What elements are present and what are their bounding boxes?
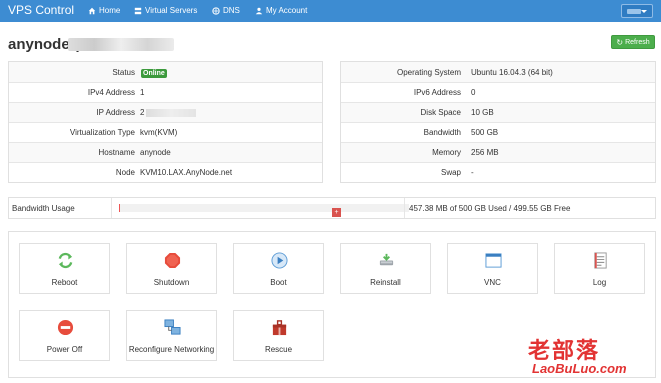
globe-icon — [212, 6, 220, 15]
reinstall-label: Reinstall — [370, 278, 401, 287]
reboot-label: Reboot — [51, 278, 78, 287]
info-row-memory: Memory 256 MB — [341, 142, 655, 162]
shutdown-label: Shutdown — [153, 278, 190, 287]
reinstall-icon — [379, 253, 394, 266]
title-redacted — [68, 38, 174, 51]
reboot-button[interactable]: Reboot — [19, 243, 110, 294]
info-label: Swap — [440, 168, 461, 177]
shutdown-button[interactable]: Shutdown — [126, 243, 217, 294]
info-label: Status — [112, 67, 135, 77]
vnc-icon — [485, 253, 502, 268]
info-value: 500 GB — [471, 128, 499, 137]
info-label: IPv6 Address — [413, 88, 461, 97]
vnc-button[interactable]: VNC — [447, 243, 538, 294]
divider — [404, 198, 405, 218]
info-value: 1 — [140, 88, 145, 97]
refresh-icon: ↻ — [616, 37, 624, 47]
nav-virtual-servers-label: Virtual Servers — [145, 6, 198, 15]
top-navbar: VPS Control Home Virtual Servers DNS My … — [0, 0, 661, 22]
info-label: Hostname — [98, 148, 135, 157]
nav-home[interactable]: Home — [88, 6, 120, 15]
info-value: 10 GB — [471, 108, 494, 117]
info-row-ipv6: IPv6 Address 0 — [341, 82, 655, 102]
nav-my-account[interactable]: My Account — [255, 6, 307, 15]
brand[interactable]: VPS Control — [8, 3, 74, 17]
info-row-hostname: Hostname anynode — [9, 142, 322, 162]
nav-home-label: Home — [99, 6, 121, 15]
server-info-left: Status Online IPv4 Address 1 IP Address … — [8, 61, 323, 183]
account-name-redacted — [627, 9, 641, 14]
info-label: Bandwidth — [423, 128, 461, 137]
home-icon — [88, 7, 96, 14]
info-value: - — [471, 168, 474, 177]
info-label: Operating System — [396, 67, 461, 77]
info-row-ip-address: IP Address 2 — [9, 102, 322, 122]
info-row-disk: Disk Space 10 GB — [341, 102, 655, 122]
info-row-virtualization: Virtualization Type kvm(KVM) — [9, 122, 322, 142]
info-label: Node — [115, 168, 135, 177]
user-icon — [255, 7, 263, 14]
log-icon — [594, 252, 607, 269]
reconfigure-networking-label: Reconfigure Networking — [128, 345, 215, 354]
reinstall-button[interactable]: Reinstall — [340, 243, 431, 294]
info-label: IPv4 Address — [87, 88, 135, 97]
power-off-button[interactable]: Power Off — [19, 310, 110, 361]
info-row-status: Status Online — [9, 62, 322, 82]
reconfigure-networking-button[interactable]: Reconfigure Networking — [126, 310, 217, 361]
servers-icon — [134, 7, 142, 14]
info-label: IP Address — [96, 108, 135, 117]
ip-redacted — [146, 108, 197, 117]
info-row-node: Node KVM10.LAX.AnyNode.net — [9, 162, 322, 182]
bandwidth-usage-panel: Bandwidth Usage + 457.38 MB of 500 GB Us… — [8, 197, 656, 219]
reboot-icon — [58, 252, 73, 269]
refresh-label: Refresh — [625, 38, 650, 46]
watermark-en: LaoBuLuo.com — [532, 361, 627, 376]
bandwidth-usage-label: Bandwidth Usage — [12, 204, 75, 213]
info-value: anynode — [140, 148, 171, 157]
power-off-label: Power Off — [46, 345, 83, 354]
watermark: 老部落 LaoBuLuo.com — [528, 333, 656, 379]
bandwidth-progress-bar — [119, 204, 409, 212]
info-label: Disk Space — [420, 108, 461, 117]
nav-virtual-servers[interactable]: Virtual Servers — [134, 6, 197, 15]
chevron-down-icon — [641, 10, 647, 13]
info-row-bandwidth: Bandwidth 500 GB — [341, 122, 655, 142]
bandwidth-marker-icon: + — [332, 208, 341, 217]
info-value: 0 — [471, 88, 476, 97]
rescue-icon — [272, 320, 287, 336]
info-value: Ubuntu 16.04.3 (64 bit) — [471, 67, 553, 77]
info-value: KVM10.LAX.AnyNode.net — [140, 168, 233, 177]
status-badge: Online — [141, 68, 167, 78]
boot-icon — [271, 252, 288, 269]
nav-dns[interactable]: DNS — [212, 6, 240, 15]
info-value: 256 MB — [471, 148, 499, 157]
power-off-icon — [57, 319, 74, 336]
info-label: Virtualization Type — [69, 128, 135, 137]
log-button[interactable]: Log — [554, 243, 645, 294]
vnc-label: VNC — [484, 278, 501, 287]
account-dropdown[interactable] — [621, 4, 653, 18]
info-row-os: Operating System Ubuntu 16.04.3 (64 bit) — [341, 62, 655, 82]
info-value: 2 — [140, 108, 197, 117]
log-label: Log — [592, 278, 607, 287]
nav-dns-label: DNS — [223, 6, 240, 15]
nav-my-account-label: My Account — [266, 6, 308, 15]
rescue-label: Rescue — [264, 345, 293, 354]
info-row-ipv4: IPv4 Address 1 — [9, 82, 322, 102]
boot-button[interactable]: Boot — [233, 243, 324, 294]
shutdown-icon — [164, 252, 181, 269]
info-label: Memory — [432, 148, 461, 157]
divider — [111, 198, 112, 218]
ip-value-prefix: 2 — [140, 108, 145, 117]
network-icon — [164, 319, 181, 335]
rescue-button[interactable]: Rescue — [233, 310, 324, 361]
server-info-right: Operating System Ubuntu 16.04.3 (64 bit)… — [340, 61, 656, 183]
info-row-swap: Swap - — [341, 162, 655, 182]
refresh-button[interactable]: ↻ Refresh — [611, 35, 655, 49]
bandwidth-usage-text: 457.38 MB of 500 GB Used / 499.55 GB Fre… — [409, 204, 571, 213]
info-value: kvm(KVM) — [140, 128, 178, 137]
status-badge-text: Online — [141, 68, 167, 78]
boot-label: Boot — [270, 278, 287, 287]
